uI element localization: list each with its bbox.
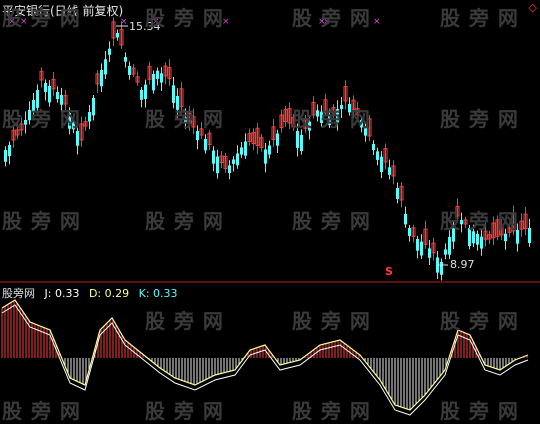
watermark: 股 旁 网: [292, 309, 371, 333]
candle-body: [408, 228, 411, 236]
candle-body: [140, 90, 143, 100]
candle-body: [44, 83, 47, 92]
diamond-icon[interactable]: ◇: [529, 1, 537, 14]
candle-body: [380, 156, 383, 173]
candle-body: [416, 239, 419, 251]
watermark: 股 旁 网: [145, 399, 224, 423]
candle-body: [504, 233, 507, 242]
watermark: 股 旁 网: [440, 309, 519, 333]
watermark: 股 旁 网: [292, 399, 371, 423]
candle-body: [240, 147, 243, 155]
candle-body: [404, 214, 407, 225]
watermark: 股 旁 网: [145, 209, 224, 233]
watermark: 股 旁 网: [440, 209, 519, 233]
candle-body: [276, 133, 279, 146]
watermark: 股 旁 网: [2, 107, 81, 131]
candle-body: [372, 144, 375, 151]
indicator-legend: 股旁网 J: 0.33 D: 0.29 K: 0.33: [2, 285, 184, 301]
candle-body: [440, 262, 443, 275]
candle-body: [108, 48, 111, 55]
indicator-name: 股旁网: [2, 287, 35, 300]
candle-body: [232, 159, 235, 164]
candle-body: [116, 33, 119, 38]
watermark: 股 旁 网: [2, 6, 81, 30]
candle-body: [228, 165, 231, 174]
candle-body: [420, 241, 423, 256]
signal-x-marker: ×: [373, 17, 381, 27]
watermark: 股 旁 网: [292, 6, 371, 30]
candle-body: [156, 70, 159, 79]
candle-body: [196, 131, 199, 141]
candle-body: [48, 86, 51, 103]
candle-body: [268, 145, 271, 155]
watermark: 股 旁 网: [145, 107, 224, 131]
indicator-d-value: D: 0.29: [88, 287, 130, 300]
candle-body: [8, 145, 11, 157]
watermark: 股 旁 网: [145, 309, 224, 333]
candle-body: [528, 228, 531, 244]
sell-signal-marker: S: [385, 265, 393, 278]
indicator-j-value: J: 0.33: [44, 287, 80, 300]
low-price-label: 8.97: [450, 258, 475, 271]
candle-body: [296, 131, 299, 148]
watermark: 股 旁 网: [292, 209, 371, 233]
candle-body: [300, 135, 303, 152]
candle-body: [244, 141, 247, 156]
watermark: 股 旁 网: [440, 6, 519, 30]
watermark: 股 旁 网: [145, 6, 224, 30]
candle-body: [124, 57, 127, 62]
watermark: 股 旁 网: [440, 107, 519, 131]
candle-body: [236, 153, 239, 166]
watermark: 股 旁 网: [2, 209, 81, 233]
candle-body: [160, 73, 163, 83]
candle-body: [76, 131, 79, 146]
candle-body: [152, 74, 155, 91]
candle-body: [480, 236, 483, 249]
candle-body: [100, 70, 103, 87]
candle-body: [88, 112, 91, 122]
candle-body: [476, 234, 479, 245]
candle-body: [56, 92, 59, 100]
watermark: 股 旁 网: [440, 399, 519, 423]
candle-body: [204, 139, 207, 151]
candle-body: [444, 249, 447, 255]
watermark: 股 旁 网: [292, 107, 371, 131]
candle-body: [376, 151, 379, 160]
watermark: 股 旁 网: [2, 399, 81, 423]
candle-body: [172, 85, 175, 103]
candle-body: [4, 150, 7, 162]
candle-body: [104, 59, 107, 75]
indicator-k-value: K: 0.33: [138, 287, 178, 300]
candle-body: [388, 167, 391, 175]
candle-body: [212, 150, 215, 164]
candle-body: [144, 84, 147, 100]
candle-body: [216, 156, 219, 174]
candle-body: [264, 149, 267, 164]
candle-body: [448, 236, 451, 255]
candle-body: [428, 248, 431, 258]
candle-body: [396, 188, 399, 199]
candle-body: [128, 66, 131, 75]
candle-body: [92, 98, 95, 116]
